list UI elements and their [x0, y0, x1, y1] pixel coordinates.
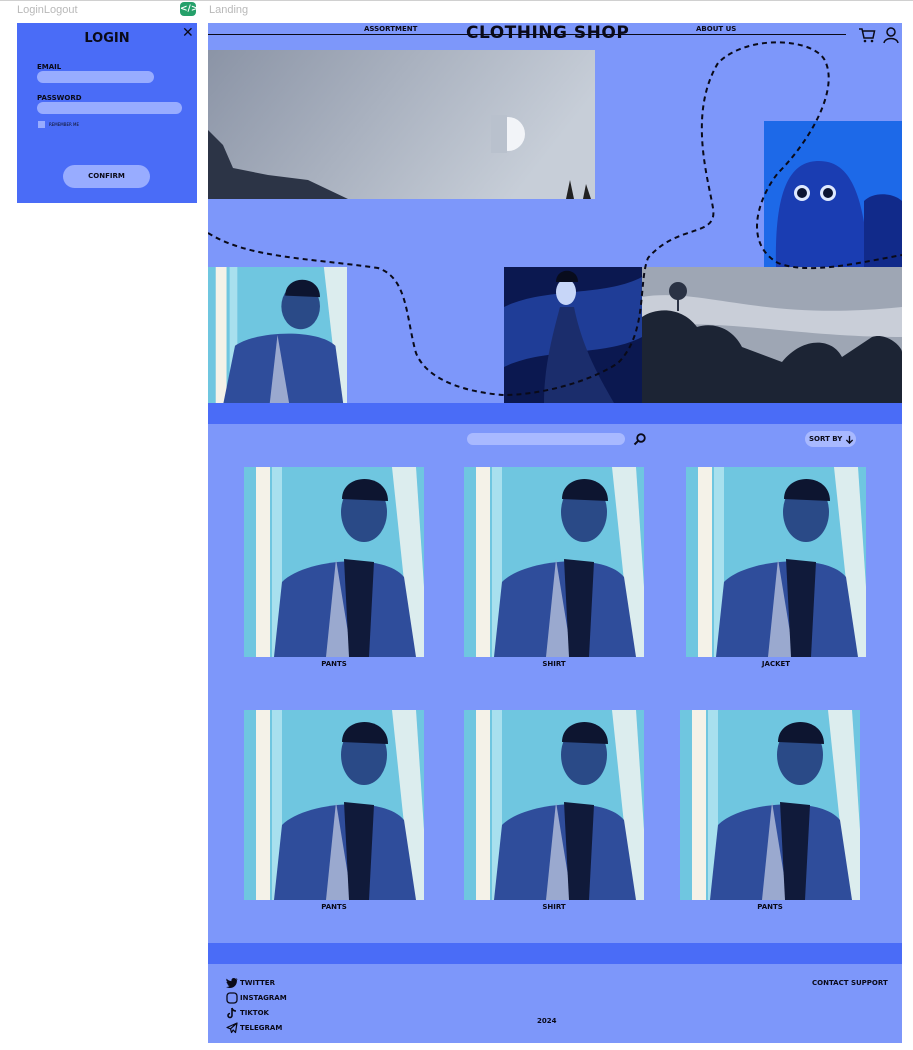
sort-by-button[interactable]: SORT BY [805, 431, 856, 447]
tiktok-icon [227, 1007, 237, 1019]
product-name: PANTS [321, 903, 347, 911]
product-card[interactable]: PANTS [680, 710, 860, 911]
email-field[interactable] [37, 71, 154, 83]
product-card[interactable]: PANTS [244, 710, 424, 911]
landing-page: ASSORTMENT CLOTHING SHOP ABOUT US SORT B… [208, 23, 902, 1043]
tiktok-link[interactable]: TIKTOK [226, 1006, 269, 1020]
product-card[interactable]: SHIRT [464, 467, 644, 668]
confirm-button[interactable]: CONFIRM [63, 165, 150, 188]
copyright-year: 2024 [537, 1017, 557, 1025]
instagram-label: INSTAGRAM [240, 994, 287, 1002]
password-label: PASSWORD [37, 94, 82, 102]
telegram-label: TELEGRAM [240, 1024, 283, 1032]
email-label: EMAIL [37, 63, 62, 71]
search-input[interactable] [467, 433, 625, 445]
product-image[interactable] [686, 467, 866, 657]
remember-label: REMEMBER ME [49, 122, 80, 127]
product-name: PANTS [321, 660, 347, 668]
product-card[interactable]: JACKET [686, 467, 866, 668]
product-image[interactable] [680, 710, 860, 900]
code-icon[interactable]: </> [180, 2, 198, 16]
product-card[interactable]: PANTS [244, 467, 424, 668]
password-field[interactable] [37, 102, 182, 114]
product-name: PANTS [757, 903, 783, 911]
product-image[interactable] [244, 467, 424, 657]
telegram-link[interactable]: TELEGRAM [226, 1021, 282, 1035]
product-image[interactable] [244, 710, 424, 900]
section-divider-bottom [208, 943, 902, 964]
login-panel: LOGIN ✕ EMAIL PASSWORD REMEMBER ME CONFI… [17, 23, 197, 203]
contact-support-link[interactable]: CONTACT SUPPORT [812, 979, 888, 987]
login-title: LOGIN [84, 31, 130, 46]
telegram-icon [226, 1022, 238, 1034]
tiktok-label: TIKTOK [240, 1009, 269, 1017]
search-icon[interactable] [633, 432, 647, 446]
product-name: JACKET [761, 660, 791, 668]
instagram-link[interactable]: INSTAGRAM [226, 991, 287, 1005]
product-name: SHIRT [542, 903, 566, 911]
frame-label-login: LoginLogout [17, 4, 78, 16]
section-divider-top [208, 403, 902, 424]
frame-label-landing: Landing [209, 4, 249, 16]
product-image[interactable] [464, 710, 644, 900]
arrow-down-icon [845, 435, 853, 444]
sort-label: SORT BY [809, 435, 843, 443]
instagram-icon [226, 992, 238, 1004]
product-name: SHIRT [542, 660, 566, 668]
close-icon[interactable]: ✕ [182, 25, 194, 41]
decorative-dashed-path [208, 41, 902, 397]
twitter-link[interactable]: TWITTER [226, 976, 275, 990]
canvas-top-border [0, 0, 913, 1]
product-card[interactable]: SHIRT [464, 710, 644, 911]
remember-checkbox[interactable] [38, 121, 45, 128]
twitter-icon [226, 978, 238, 989]
product-image[interactable] [464, 467, 644, 657]
twitter-label: TWITTER [240, 979, 275, 987]
